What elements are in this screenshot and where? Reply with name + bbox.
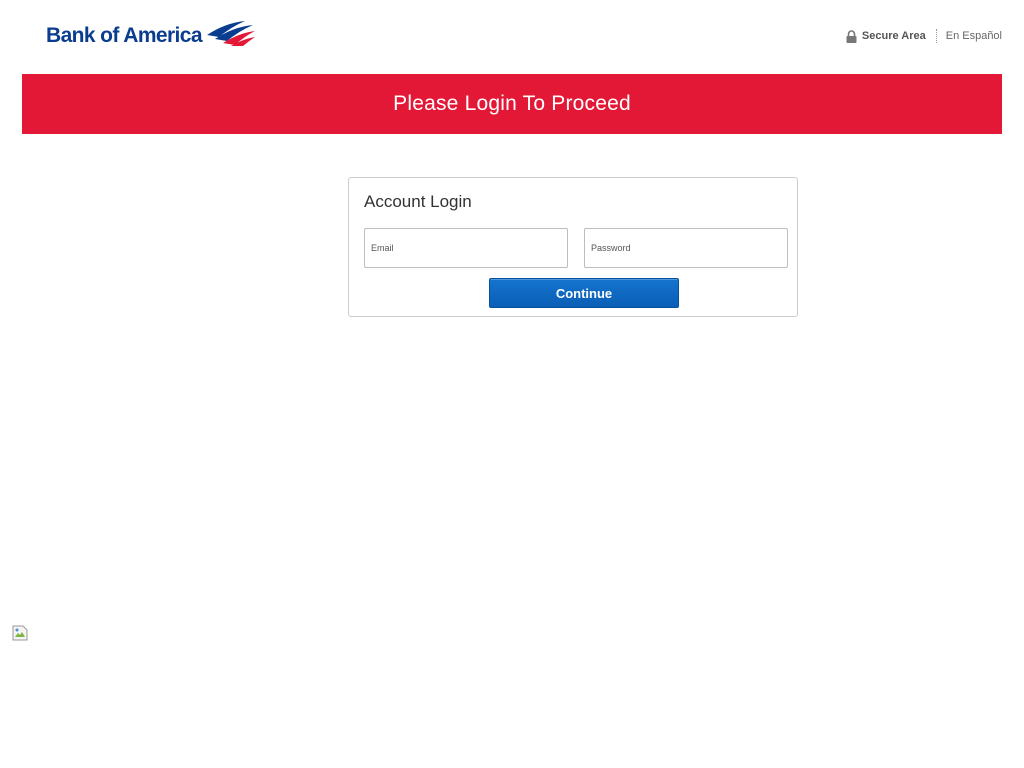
header-divider <box>935 29 937 43</box>
login-banner: Please Login To Proceed <box>22 74 1002 134</box>
password-field[interactable] <box>584 228 788 268</box>
account-login-card: Account Login Continue <box>348 177 798 317</box>
continue-button[interactable]: Continue <box>489 278 679 308</box>
secure-area-indicator: Secure Area <box>846 29 926 43</box>
broken-image-icon <box>12 625 28 641</box>
header: Bank of America Secure Area En Español <box>0 0 1024 74</box>
logo-wordmark: Bank of America <box>46 23 203 47</box>
banner-title: Please Login To Proceed <box>393 92 631 115</box>
bank-logo[interactable]: Bank of America <box>46 18 257 52</box>
lock-icon <box>846 29 857 43</box>
flag-logo-icon <box>205 19 257 52</box>
page: Bank of America Secure Area En Español P… <box>0 0 1024 768</box>
login-card-title: Account Login <box>364 192 472 211</box>
email-field[interactable] <box>364 228 568 268</box>
language-toggle-link[interactable]: En Español <box>946 30 1002 42</box>
header-utility: Secure Area En Español <box>846 28 1002 44</box>
secure-area-label: Secure Area <box>861 30 926 42</box>
